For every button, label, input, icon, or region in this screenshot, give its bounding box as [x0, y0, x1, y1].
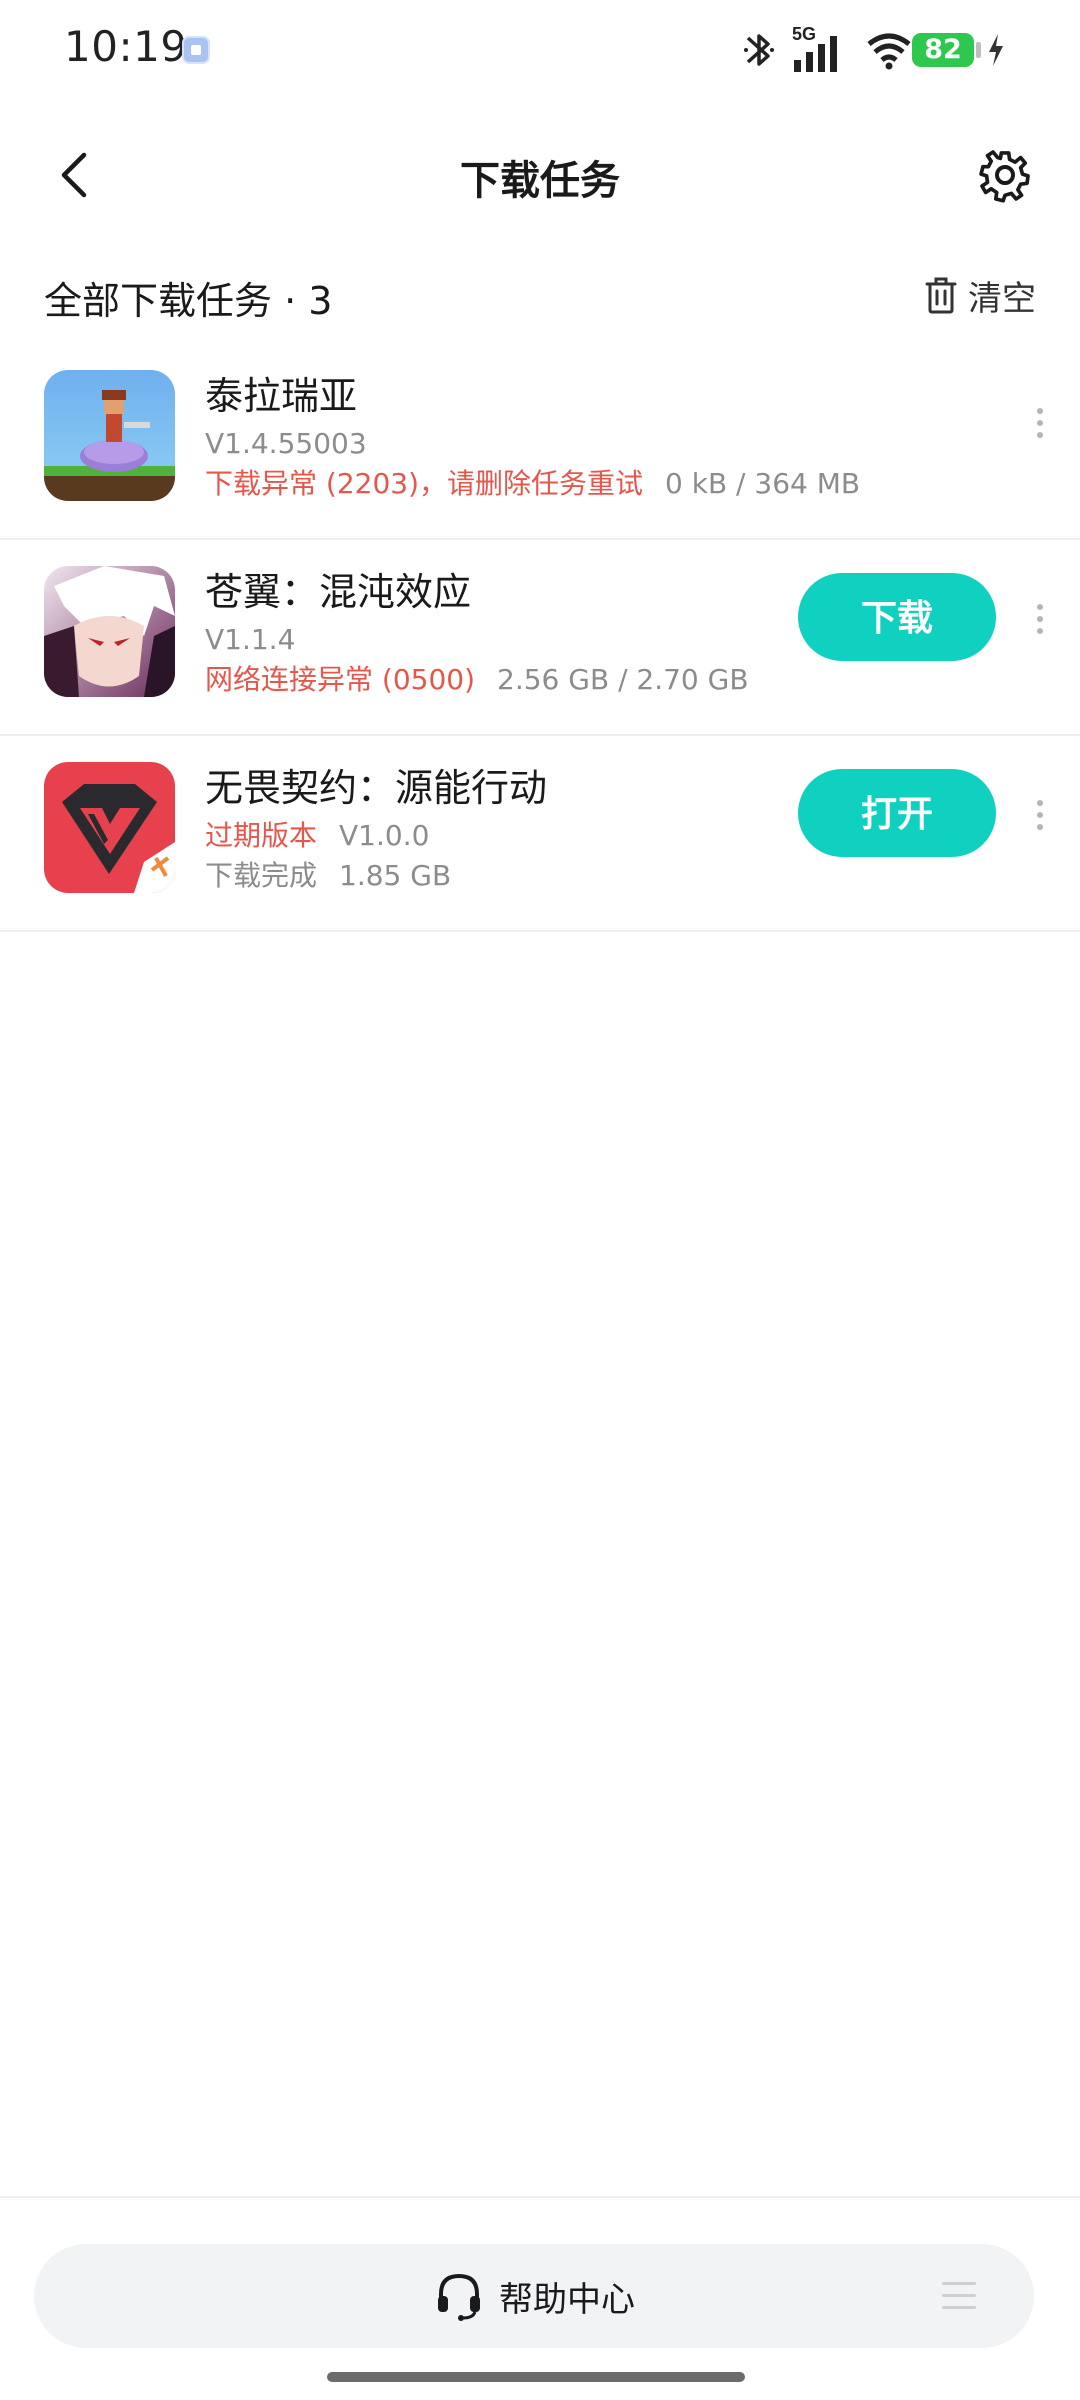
error-status: 下载异常 (2203)，请删除任务重试: [205, 467, 644, 500]
download-status: 下载完成: [205, 859, 318, 892]
menu-icon[interactable]: [942, 2282, 976, 2310]
bottom-divider: [0, 2196, 1080, 2198]
app-name: 苍翼：混沌效应: [205, 570, 472, 614]
app-name: 无畏契约：源能行动: [205, 766, 548, 810]
download-task-item[interactable]: 无畏契约：源能行动 过期版本 V1.0.0 下载完成 1.85 GB 打开: [0, 736, 1080, 932]
section-header: 全部下载任务 · 3 清空: [0, 262, 1080, 332]
outdated-version-tag: 过期版本: [205, 819, 318, 852]
download-progress: 2.56 GB / 2.70 GB: [497, 663, 749, 696]
wifi-icon: [867, 33, 911, 70]
download-progress: 0 kB / 364 MB: [665, 467, 861, 500]
app-version: V1.1.4: [205, 623, 296, 656]
home-indicator[interactable]: [327, 2372, 745, 2382]
status-line: 网络连接异常 (0500) 2.56 GB / 2.70 GB: [205, 660, 749, 700]
charging-icon: [989, 34, 1003, 66]
valorant-app-icon: [44, 762, 175, 893]
headset-icon: [438, 2273, 480, 2321]
notification-icon: [182, 36, 210, 64]
version-line: 过期版本 V1.0.0: [205, 816, 547, 856]
page-title: 下载任务: [460, 158, 620, 204]
settings-gear-icon[interactable]: [974, 144, 1036, 206]
network-type-label: 5G: [792, 24, 816, 44]
help-center-label: 帮助中心: [499, 2279, 635, 2320]
task-info: 泰拉瑞亚 V1.4.55003 下载异常 (2203)，请删除任务重试 0 kB …: [205, 372, 860, 504]
status-time: 10:19: [64, 22, 188, 71]
terraria-app-icon: [44, 370, 175, 501]
download-size: 1.85 GB: [339, 859, 452, 892]
task-info: 无畏契约：源能行动 过期版本 V1.0.0 下载完成 1.85 GB: [205, 764, 547, 896]
help-bar: 帮助中心: [34, 2244, 1034, 2348]
more-options-icon[interactable]: [1028, 402, 1052, 442]
clear-label: 清空: [968, 278, 1036, 319]
trash-icon: [925, 277, 957, 314]
battery-icon: 82: [912, 33, 974, 67]
section-title: 全部下载任务 · 3: [44, 279, 333, 323]
help-center-button[interactable]: 帮助中心: [34, 2244, 1034, 2348]
app-name: 泰拉瑞亚: [205, 374, 358, 418]
cellular-signal-icon: 5G: [792, 24, 837, 72]
app-version: V1.4.55003: [205, 427, 367, 460]
bluetooth-icon: [744, 34, 774, 66]
download-task-item[interactable]: 苍翼：混沌效应 V1.1.4 网络连接异常 (0500) 2.56 GB / 2.…: [0, 540, 1080, 736]
status-line: 下载完成 1.85 GB: [205, 856, 547, 896]
app-version: V1.0.0: [339, 819, 430, 852]
status-bar: 10:19 5G 82: [0, 0, 1080, 100]
task-info: 苍翼：混沌效应 V1.1.4 网络连接异常 (0500) 2.56 GB / 2.…: [205, 568, 749, 700]
blazblue-app-icon: [44, 566, 175, 697]
more-options-icon[interactable]: [1028, 598, 1052, 638]
open-button[interactable]: 打开: [798, 769, 996, 857]
download-button[interactable]: 下载: [798, 573, 996, 661]
error-status: 网络连接异常 (0500): [205, 663, 476, 696]
top-app-bar: 下载任务: [0, 120, 1080, 230]
status-line: 下载异常 (2203)，请删除任务重试 0 kB / 364 MB: [205, 464, 860, 504]
status-icons: 5G 82: [740, 20, 1080, 80]
download-task-item[interactable]: 泰拉瑞亚 V1.4.55003 下载异常 (2203)，请删除任务重试 0 kB …: [0, 344, 1080, 540]
clear-all-button[interactable]: 清空: [924, 270, 1036, 320]
more-options-icon[interactable]: [1028, 794, 1052, 834]
battery-tip: [976, 42, 981, 58]
